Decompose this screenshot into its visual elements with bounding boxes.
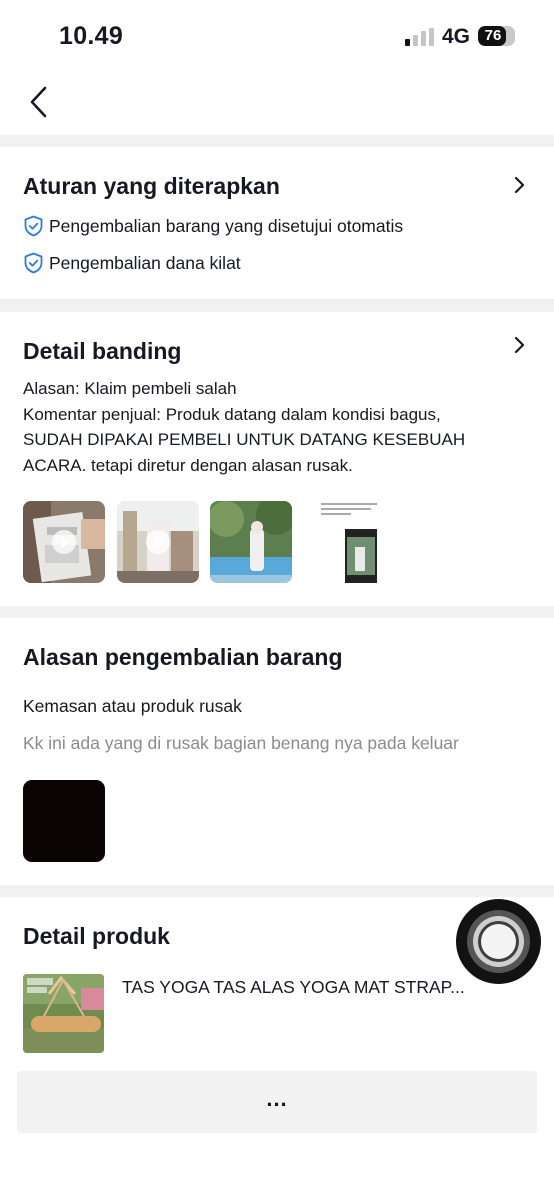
nav-bar: [0, 75, 554, 135]
rules-title: Aturan yang diterapkan: [23, 173, 280, 199]
attachment-screenshot-thumbnail[interactable]: [303, 501, 385, 583]
assistive-touch-button[interactable]: [456, 899, 541, 984]
buyer-comment: Kk ini ada yang di rusak bagian benang n…: [23, 733, 459, 753]
product-name[interactable]: TAS YOGA TAS ALAS YOGA MAT STRAP...: [122, 977, 465, 998]
assistive-touch-ring: [481, 924, 516, 959]
product-image: [23, 974, 104, 1053]
chevron-right-icon[interactable]: [512, 335, 526, 355]
attachment-image: [303, 501, 385, 583]
return-reason-title: Alasan pengembalian barang: [23, 644, 343, 670]
shield-check-icon: [24, 215, 43, 237]
rules-card[interactable]: Aturan yang diterapkan Pengembalian bara…: [0, 147, 554, 299]
play-icon: [23, 501, 105, 583]
signal-icon: [405, 28, 435, 46]
battery-percent: 76: [484, 27, 502, 44]
rule-item-auto-return: Pengembalian barang yang disetujui otoma…: [23, 215, 403, 237]
attachment-video-thumbnail[interactable]: [117, 501, 199, 583]
more-button[interactable]: ...: [17, 1071, 537, 1133]
seller-comment-line: SUDAH DIPAKAI PEMBELI UNTUK DATANG KESEB…: [23, 430, 466, 449]
status-bar: 10.49 4G 76: [0, 0, 554, 75]
appeal-reason: Alasan: Klaim pembeli salah: [23, 379, 237, 398]
attachment-image: [210, 501, 292, 583]
shield-check-icon: [24, 252, 43, 274]
buyer-evidence-thumbnail[interactable]: [23, 780, 105, 862]
battery-icon: 76: [478, 26, 515, 46]
appeal-card[interactable]: Detail banding Alasan: Klaim pembeli sal…: [0, 312, 554, 606]
rule-item-label: Pengembalian dana kilat: [49, 252, 241, 273]
rule-item-fast-refund: Pengembalian dana kilat: [23, 252, 241, 274]
status-time: 10.49: [59, 22, 124, 50]
attachment-image-thumbnail[interactable]: [210, 501, 292, 583]
appeal-title: Detail banding: [23, 338, 182, 364]
network-type: 4G: [442, 25, 471, 48]
product-title: Detail produk: [23, 923, 170, 949]
attachment-video-thumbnail[interactable]: [23, 501, 105, 583]
rule-item-label: Pengembalian barang yang disetujui otoma…: [49, 215, 404, 236]
return-reason-value: Kemasan atau produk rusak: [23, 696, 242, 716]
chevron-right-icon[interactable]: [512, 175, 526, 195]
seller-comment-line: ACARA. tetapi diretur dengan alasan rusa…: [23, 455, 353, 475]
seller-comment-line: Komentar penjual: Produk datang dalam ko…: [23, 404, 441, 424]
appeal-details: Alasan: Klaim pembeli salah Komentar pen…: [23, 376, 533, 478]
back-arrow-icon[interactable]: [24, 81, 54, 121]
play-icon: [117, 501, 199, 583]
product-thumbnail[interactable]: [23, 974, 104, 1053]
return-reason-card: Alasan pengembalian barang Kemasan atau …: [0, 618, 554, 885]
